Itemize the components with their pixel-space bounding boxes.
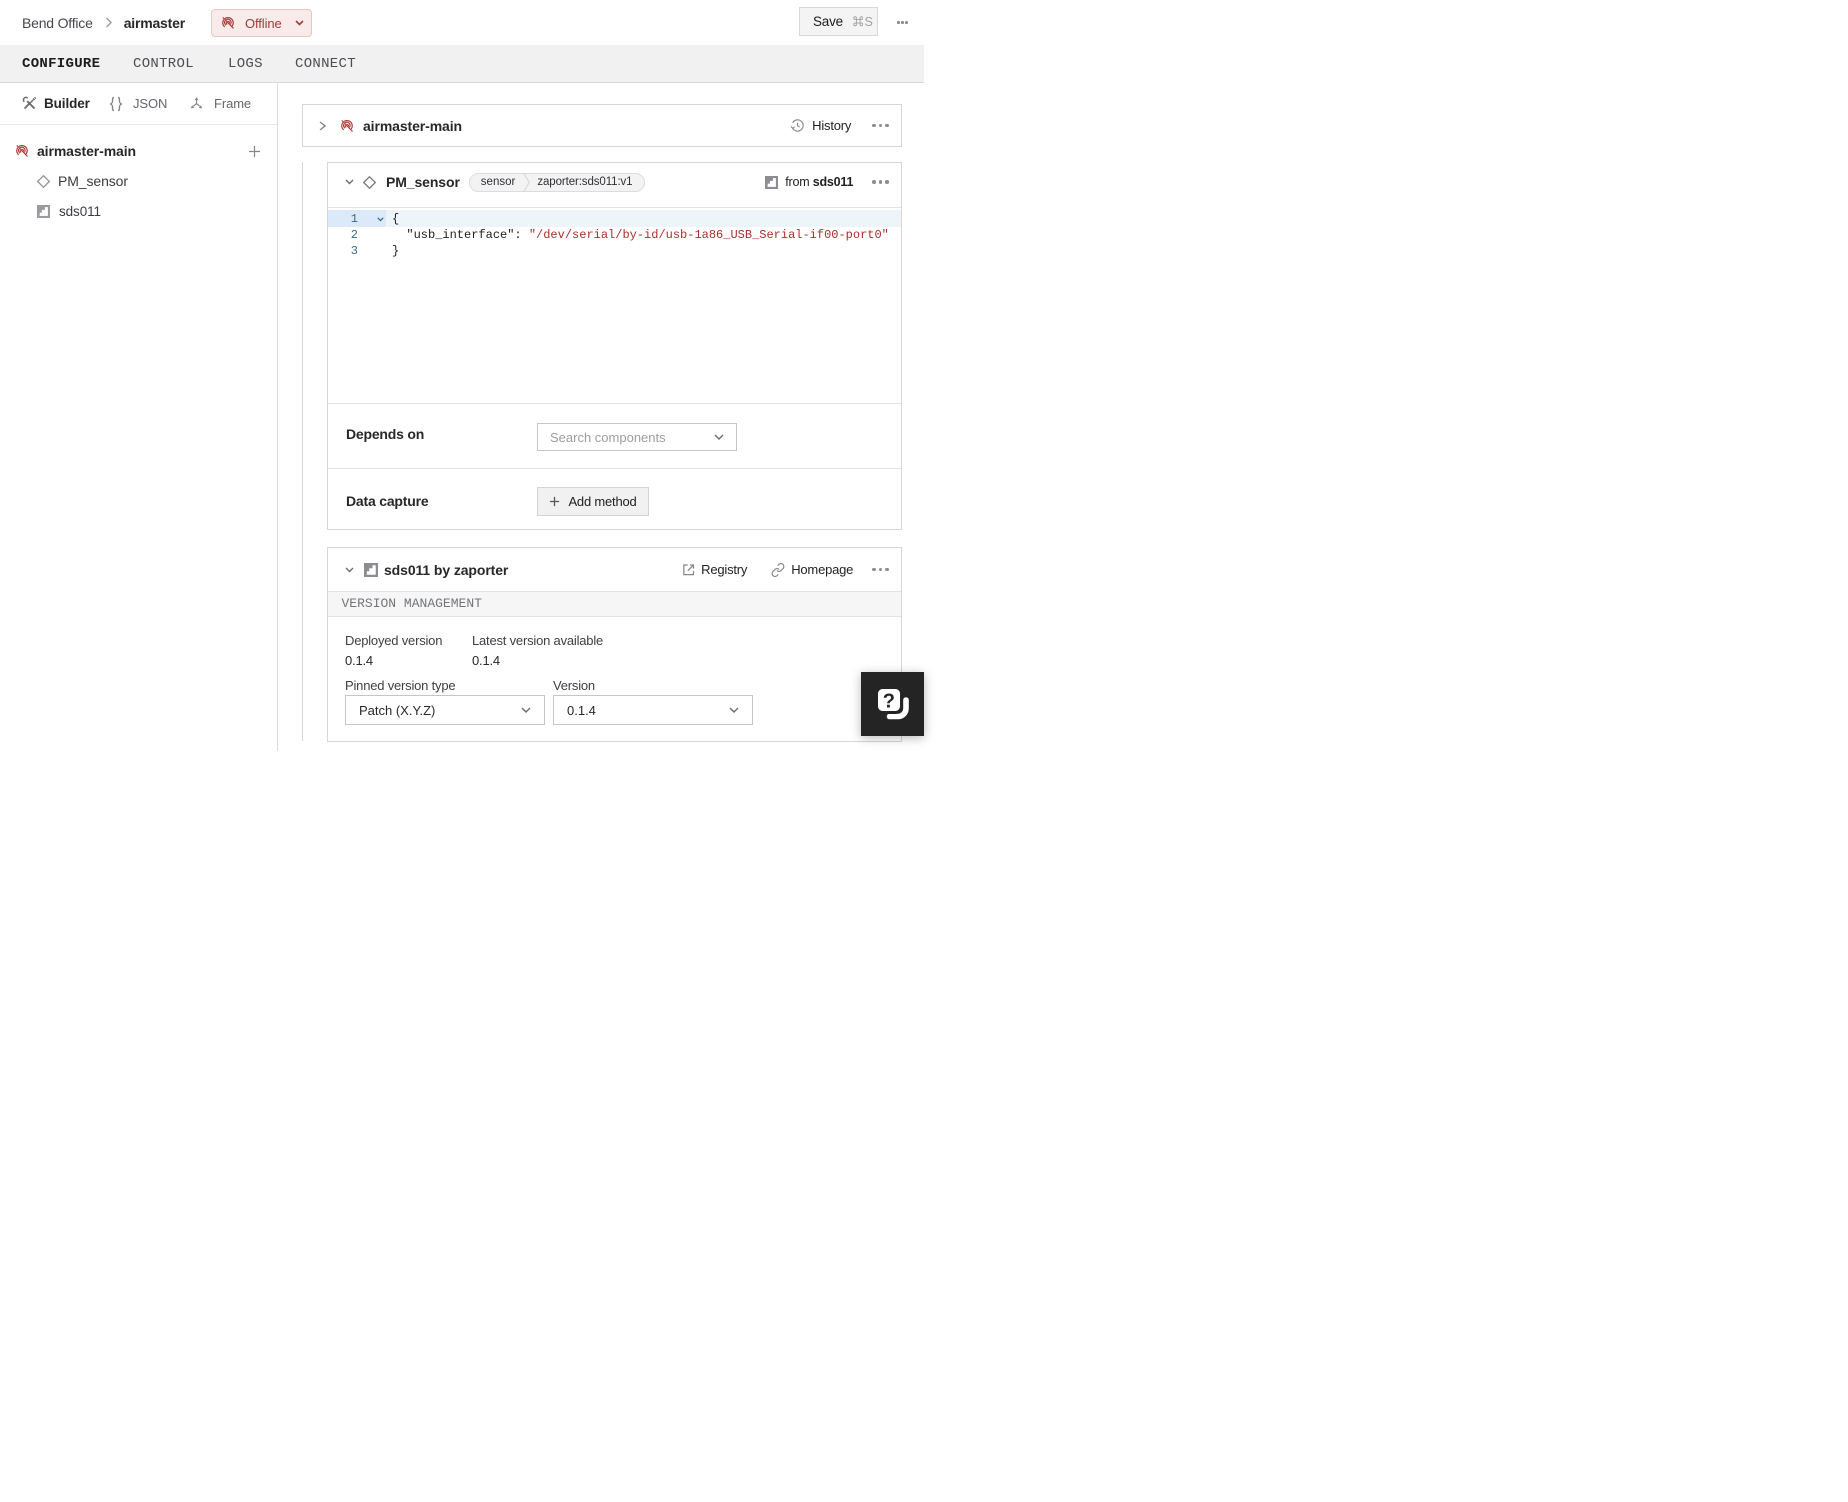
svg-text:?: ? bbox=[882, 691, 894, 713]
